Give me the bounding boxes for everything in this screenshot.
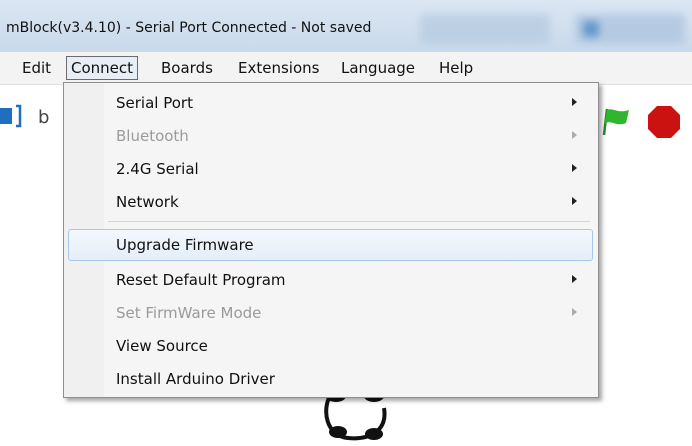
- submenu-arrow-icon: [572, 197, 577, 205]
- blurred-window-tab: [420, 14, 550, 44]
- menu-item-set-firmware-mode: Set FirmWare Mode: [64, 296, 598, 328]
- menu-bar: Edit Connect Boards Extensions Language …: [0, 52, 692, 85]
- window-title: mBlock(v3.4.10) - Serial Port Connected …: [6, 20, 372, 36]
- menu-item-label: Upgrade Firmware: [116, 236, 254, 254]
- menu-item-label: Set FirmWare Mode: [116, 304, 262, 322]
- app-icon: [583, 21, 599, 37]
- connect-dropdown-menu: Serial Port Bluetooth 2.4G Serial Networ…: [63, 82, 599, 398]
- menu-edit[interactable]: Edit: [18, 57, 55, 79]
- stop-icon[interactable]: [646, 104, 682, 140]
- blurred-window-tab: [575, 14, 685, 44]
- menu-help[interactable]: Help: [435, 57, 477, 79]
- menu-item-serial-port[interactable]: Serial Port: [64, 86, 598, 118]
- menu-connect[interactable]: Connect: [66, 56, 139, 80]
- menu-item-label: Install Arduino Driver: [116, 370, 275, 388]
- menu-item-bluetooth: Bluetooth: [64, 119, 598, 151]
- menu-separator: [108, 221, 590, 222]
- submenu-arrow-icon: [572, 275, 577, 283]
- menu-item-label: Network: [116, 193, 179, 211]
- submenu-arrow-icon: [572, 308, 577, 316]
- menu-item-reset-default-program[interactable]: Reset Default Program: [64, 263, 598, 295]
- menu-item-label: Bluetooth: [116, 127, 189, 145]
- submenu-arrow-icon: [572, 98, 577, 106]
- menu-item-label: 2.4G Serial: [116, 160, 199, 178]
- menu-extensions[interactable]: Extensions: [234, 57, 323, 79]
- menu-item-label: View Source: [116, 337, 208, 355]
- menu-item-label: Reset Default Program: [116, 271, 286, 289]
- menu-item-network[interactable]: Network: [64, 185, 598, 217]
- menu-item-label: Serial Port: [116, 94, 193, 112]
- menu-boards[interactable]: Boards: [157, 57, 217, 79]
- submenu-arrow-icon: [572, 131, 577, 139]
- fullscreen-toggle-icon[interactable]: [0, 104, 22, 128]
- menu-item-install-arduino-driver[interactable]: Install Arduino Driver: [64, 362, 598, 394]
- title-bar: mBlock(v3.4.10) - Serial Port Connected …: [0, 0, 692, 52]
- menu-item-view-source[interactable]: View Source: [64, 329, 598, 361]
- submenu-arrow-icon: [572, 164, 577, 172]
- menu-item-2-4g-serial[interactable]: 2.4G Serial: [64, 152, 598, 184]
- green-flag-icon[interactable]: [600, 105, 632, 137]
- toolbar-partial-text: b: [38, 107, 50, 128]
- menu-language[interactable]: Language: [337, 57, 419, 79]
- menu-item-upgrade-firmware[interactable]: Upgrade Firmware: [64, 229, 598, 261]
